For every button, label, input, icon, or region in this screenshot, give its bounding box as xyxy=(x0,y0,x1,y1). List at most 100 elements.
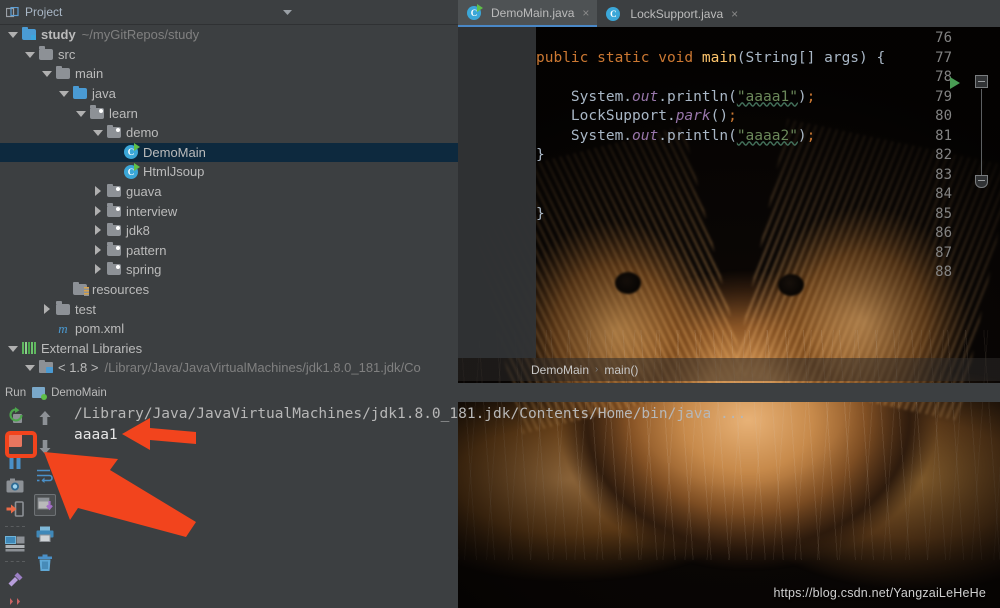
code-token: out xyxy=(632,88,659,105)
tree-toggle-icon[interactable] xyxy=(92,264,103,275)
editor-tab-bar[interactable]: C DemoMain.java × C LockSupport.java × xyxy=(458,0,1000,27)
fold-marker-icon[interactable] xyxy=(975,75,988,88)
editor-gutter[interactable] xyxy=(458,27,536,358)
tree-node-htmljsoup[interactable]: C HtmlJsoup xyxy=(0,162,458,182)
breadcrumb-method[interactable]: main() xyxy=(604,363,638,377)
tree-node-main[interactable]: main xyxy=(0,64,458,84)
run-tool-window-header: Run DemoMain xyxy=(0,383,1000,402)
tree-toggle-spacer xyxy=(58,284,69,295)
project-tree[interactable]: study ~/myGitRepos/study src main java learn d… xyxy=(0,25,458,383)
breadcrumb-class[interactable]: DemoMain xyxy=(531,363,589,377)
tree-node-label: pom.xml xyxy=(75,321,125,337)
tree-node-label: interview xyxy=(126,203,178,219)
line-number: 77 xyxy=(935,49,952,66)
close-icon[interactable]: × xyxy=(582,6,589,20)
tree-node-path: /Library/Java/JavaVirtualMachines/jdk1.8… xyxy=(104,360,421,376)
code-line[interactable]: System.out.println("aaaa1"); xyxy=(536,89,815,105)
arrow-up-icon[interactable] xyxy=(34,407,56,429)
code-line[interactable]: LockSupport.park(); xyxy=(536,108,737,124)
tree-node-test[interactable]: test xyxy=(0,299,458,319)
arrow-down-icon[interactable] xyxy=(34,436,56,458)
line-number: 87 xyxy=(935,244,952,261)
scroll-to-end-icon[interactable] xyxy=(34,494,56,516)
code-line[interactable]: } xyxy=(536,206,545,222)
fold-marker-icon[interactable] xyxy=(975,175,988,188)
rerun-icon[interactable] xyxy=(4,407,26,425)
tree-node-learn[interactable]: learn xyxy=(0,103,458,123)
code-token: ; xyxy=(806,127,816,144)
tree-node-label: < 1.8 > xyxy=(58,360,99,376)
tree-toggle-icon[interactable] xyxy=(24,362,35,373)
tree-node-study[interactable]: study ~/myGitRepos/study xyxy=(0,25,458,45)
tree-node-label: main xyxy=(75,66,104,82)
code-token: void xyxy=(658,49,702,66)
tree-node-demomain[interactable]: C DemoMain xyxy=(0,142,458,163)
tree-toggle-spacer xyxy=(41,323,52,334)
tree-node-external-libraries[interactable]: External Libraries xyxy=(0,339,458,359)
tree-node-label: learn xyxy=(109,105,138,121)
package-folder-icon xyxy=(90,105,104,119)
tree-toggle-icon[interactable] xyxy=(92,205,103,217)
tree-toggle-icon[interactable] xyxy=(41,303,52,315)
tree-toggle-icon[interactable] xyxy=(41,68,52,79)
tree-toggle-icon[interactable] xyxy=(7,29,18,40)
tree-node-pom-xml[interactable]: m pom.xml xyxy=(0,319,458,339)
code-line[interactable]: public static void main(String[] args) { xyxy=(536,50,885,66)
chevron-down-icon[interactable] xyxy=(283,3,292,21)
line-number: 81 xyxy=(935,127,952,144)
more-icon[interactable] xyxy=(4,596,26,608)
tree-node-demo[interactable]: demo xyxy=(0,123,458,143)
module-folder-icon xyxy=(22,26,36,41)
external-libraries-icon xyxy=(22,342,36,355)
exit-icon[interactable] xyxy=(4,501,26,517)
package-folder-icon xyxy=(107,242,121,256)
tree-node-label: jdk8 xyxy=(126,223,150,239)
package-folder-icon xyxy=(107,183,121,198)
tree-node-label: pattern xyxy=(126,242,167,258)
tree-node-1-8[interactable]: < 1.8 > /Library/Java/JavaVirtualMachines… xyxy=(0,358,458,378)
package-folder-icon xyxy=(107,124,121,139)
tree-node-resources[interactable]: resources xyxy=(0,280,458,300)
tree-node-jdk8[interactable]: jdk8 xyxy=(0,221,458,241)
print-icon[interactable] xyxy=(34,523,56,545)
code-token: ( xyxy=(736,49,746,66)
settings-icon[interactable] xyxy=(4,536,26,552)
console-line: aaaa1 xyxy=(74,427,118,443)
pin-icon[interactable] xyxy=(4,571,26,589)
soft-wrap-icon[interactable] xyxy=(34,465,56,487)
console-line: /Library/Java/JavaVirtualMachines/jdk1.8… xyxy=(74,406,747,422)
tree-toggle-icon[interactable] xyxy=(7,343,18,354)
tree-toggle-icon[interactable] xyxy=(75,108,86,119)
maven-icon: m xyxy=(58,320,68,336)
tree-node-pattern[interactable]: pattern xyxy=(0,241,458,261)
tree-toggle-icon[interactable] xyxy=(92,186,103,197)
run-console[interactable]: /Library/Java/JavaVirtualMachines/jdk1.8… xyxy=(60,402,1000,608)
tree-toggle-icon[interactable] xyxy=(24,49,35,60)
tree-toggle-icon[interactable] xyxy=(58,88,69,99)
project-panel-icon[interactable] xyxy=(5,6,19,18)
ide-window: Project study ~/myGitRepos/study src main ja… xyxy=(0,0,1000,608)
run-gutter-arrow-icon[interactable] xyxy=(950,77,960,89)
tree-node-java[interactable]: java xyxy=(0,84,458,104)
line-number: 83 xyxy=(935,166,952,183)
tree-toggle-icon[interactable] xyxy=(92,225,103,236)
tree-toggle-icon[interactable] xyxy=(92,127,103,138)
code-editor[interactable]: 76 77 78 79 80 81 82 83 84 85 86 87 88 public static… xyxy=(458,27,1000,358)
tree-node-src[interactable]: src xyxy=(0,45,458,65)
run-configuration-name[interactable]: DemoMain xyxy=(51,387,107,399)
close-icon[interactable]: × xyxy=(731,7,738,21)
tree-toggle-icon[interactable] xyxy=(92,244,103,256)
editor-tab-demomain-java[interactable]: C DemoMain.java × xyxy=(458,0,598,27)
tree-node-spring[interactable]: spring xyxy=(0,260,458,280)
tree-toggle-spacer xyxy=(109,166,120,177)
code-token: () xyxy=(710,108,729,124)
tree-node-interview[interactable]: interview xyxy=(0,201,458,221)
trash-icon[interactable] xyxy=(34,552,56,574)
code-line[interactable]: } xyxy=(536,147,545,163)
toolbar-divider xyxy=(5,526,25,527)
editor-tab-locksupport-java[interactable]: C LockSupport.java × xyxy=(597,0,746,27)
code-line[interactable]: System.out.println("aaaa2"); xyxy=(536,128,815,144)
dump-threads-icon[interactable] xyxy=(4,478,26,494)
run-tool-window-label[interactable]: Run xyxy=(5,387,26,399)
tree-node-guava[interactable]: guava xyxy=(0,182,458,202)
